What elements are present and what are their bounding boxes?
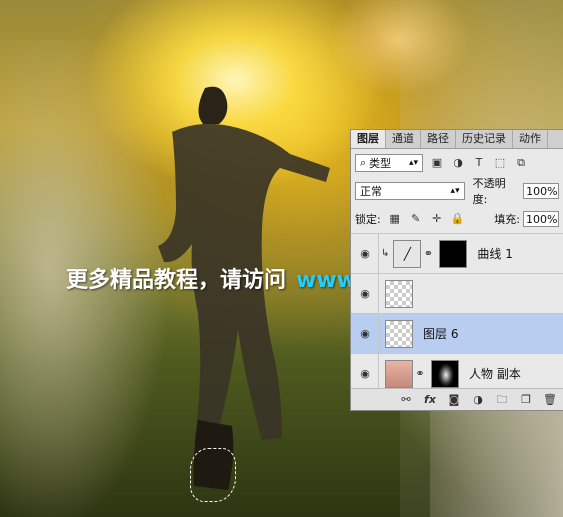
blend-mode-value: 正常 [360, 185, 382, 198]
chain-link-icon[interactable]: ⚭ [423, 247, 433, 260]
image-filter-icon[interactable]: ▣ [430, 156, 444, 170]
tab-channels[interactable]: 通道 [386, 130, 421, 148]
marquee-selection[interactable] [190, 448, 236, 502]
visibility-eye-icon[interactable]: ◉ [356, 247, 374, 260]
tab-history[interactable]: 历史记录 [456, 130, 513, 148]
new-layer-icon[interactable]: ❐ [519, 393, 533, 407]
updown-caret-icon: ▴▾ [450, 186, 460, 196]
opacity-label: 不透明度: [472, 177, 506, 206]
layer-name[interactable]: 人物 副本 [469, 365, 521, 382]
layer-name[interactable]: 曲线 1 [477, 245, 512, 262]
fill-label: 填充: [494, 213, 520, 226]
layer-name[interactable]: 图层 6 [423, 325, 458, 342]
adjustment-filter-icon[interactable]: ◑ [451, 156, 465, 170]
lock-position-icon[interactable]: ✛ [430, 212, 444, 226]
filter-label: 类型 [369, 157, 392, 170]
lock-all-icon[interactable]: 🔒 [451, 212, 465, 226]
chain-link-icon[interactable]: ⚭ [415, 367, 425, 380]
filter-row: ⌕ 类型 ▴▾ ▣ ◑ T ⬚ ⧉ [351, 149, 563, 177]
layer-filter-select[interactable]: ⌕ 类型 ▴▾ [355, 154, 423, 172]
opacity-input[interactable]: 100% [523, 183, 559, 199]
search-icon: ⌕ [360, 156, 367, 169]
tab-paths[interactable]: 路径 [421, 130, 456, 148]
layer-row-person-copy[interactable]: ◉ ⚭ 人物 副本 [351, 353, 563, 393]
divider [378, 274, 379, 313]
layer-mask-thumbnail[interactable] [431, 359, 459, 388]
layers-panel: 图层 通道 路径 历史记录 动作 ⌕ 类型 ▴▾ ▣ ◑ T ⬚ ⧉ 正常 ▴▾… [350, 129, 563, 411]
tab-layers[interactable]: 图层 [351, 130, 386, 148]
panel-tabs: 图层 通道 路径 历史记录 动作 [351, 130, 563, 149]
layer-thumbnail[interactable] [385, 359, 413, 388]
trash-icon[interactable]: 🗑 [543, 393, 557, 407]
type-filter-icon[interactable]: T [472, 156, 486, 170]
divider [378, 234, 379, 273]
fill-input[interactable]: 100% [523, 211, 559, 227]
layer-mask-thumbnail[interactable] [439, 239, 468, 268]
layer-row-smart-object[interactable]: ◉ [351, 273, 563, 313]
smart-object-filter-icon[interactable]: ⧉ [514, 156, 528, 170]
layer-row-layer6[interactable]: ◉ 图层 6 [351, 313, 563, 353]
layer-thumbnail[interactable] [385, 319, 413, 348]
shape-filter-icon[interactable]: ⬚ [493, 156, 507, 170]
visibility-eye-icon[interactable]: ◉ [356, 367, 374, 380]
curves-adjustment-icon: ╱ [393, 239, 422, 268]
watermark-chinese: 更多精品教程，请访问 [66, 268, 287, 293]
link-icon[interactable]: ⚯ [399, 393, 413, 407]
layer-row-curves[interactable]: ◉ ↳ ╱ ⚭ 曲线 1 [351, 233, 563, 273]
blend-row: 正常 ▴▾ 不透明度: 100% [351, 177, 563, 206]
lock-label: 锁定: [355, 213, 381, 226]
lock-image-pixels-icon[interactable]: ✎ [409, 212, 423, 226]
clipping-arrow-icon: ↳ [381, 248, 390, 259]
divider [378, 314, 379, 353]
panel-footer: ⚯ fx ◙ ◑ 🗀 ❐ 🗑 [351, 388, 563, 410]
group-folder-icon[interactable]: 🗀 [495, 393, 509, 407]
adjustment-icon[interactable]: ◑ [471, 393, 485, 407]
fx-icon[interactable]: fx [423, 393, 437, 407]
layer-thumbnail[interactable] [385, 279, 413, 308]
lock-row: 锁定: ▦ ✎ ✛ 🔒 填充: 100% [351, 205, 563, 233]
lock-transparent-pixels-icon[interactable]: ▦ [388, 212, 402, 226]
visibility-eye-icon[interactable]: ◉ [356, 327, 374, 340]
tab-actions[interactable]: 动作 [513, 130, 548, 148]
blend-mode-select[interactable]: 正常 ▴▾ [355, 182, 465, 200]
add-mask-icon[interactable]: ◙ [447, 393, 461, 407]
updown-caret-icon: ▴▾ [408, 158, 418, 168]
visibility-eye-icon[interactable]: ◉ [356, 287, 374, 300]
